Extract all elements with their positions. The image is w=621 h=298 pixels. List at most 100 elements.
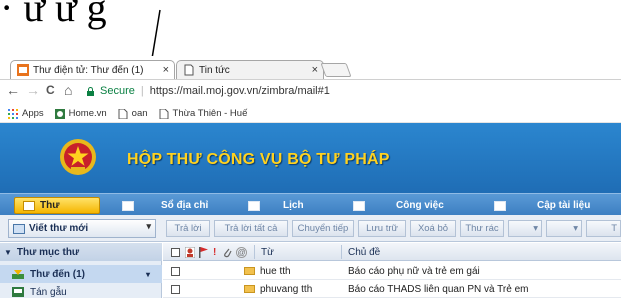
reload-icon[interactable]: C	[46, 83, 55, 97]
forward-button[interactable]: Chuyển tiếp	[292, 220, 354, 237]
apps-grid-icon	[8, 108, 18, 119]
folder-label: Tán gẫu	[30, 286, 67, 298]
tag-menu-button[interactable]: ▾	[546, 220, 582, 237]
inbox-icon	[12, 270, 24, 279]
close-tab-icon[interactable]: ×	[163, 64, 169, 76]
bookmark-label: Home.vn	[68, 108, 107, 119]
priority-column-icon[interactable]	[185, 243, 195, 261]
home-icon	[23, 200, 35, 211]
tab-tasks[interactable]: Công việc	[353, 197, 444, 214]
bookmark-homevn[interactable]: Home.vn	[54, 108, 107, 119]
tab-address-book[interactable]: Sổ địa chỉ	[122, 197, 208, 214]
tab-label: Lịch	[283, 200, 304, 211]
bookmark-label: Thừa Thiên - Huế	[172, 108, 248, 119]
message-list: ! @ Từ Chủ đề hue tth Báo cáo phụ nữ và …	[163, 243, 621, 298]
secure-label: Secure	[100, 85, 135, 97]
folder-chats[interactable]: Tán gẫu	[0, 283, 162, 298]
calendar-icon	[248, 200, 260, 211]
bookmark-label: Apps	[22, 108, 44, 119]
bookmark-oan[interactable]: oan	[118, 108, 148, 119]
row-checkbox[interactable]	[171, 262, 180, 280]
reply-button[interactable]: Trả lời	[166, 220, 210, 237]
tab-label: Thư	[40, 200, 60, 211]
address-bar: ← → C ⌂ Secure | https://mail.moj.gov.vn…	[0, 79, 621, 101]
mail-banner: HỘP THƯ CÔNG VỤ BỘ TƯ PHÁP	[0, 123, 621, 193]
print-menu-button[interactable]: ▾	[508, 220, 542, 237]
mail-favicon-icon	[17, 64, 29, 76]
message-list-header: ! @ Từ Chủ đề	[163, 243, 621, 261]
new-tab-button[interactable]	[320, 63, 352, 77]
mail-toolbar: Viết thư mới ▾ Trả lời Trả lời tất cả Ch…	[0, 215, 621, 242]
compose-button[interactable]: Viết thư mới ▾	[8, 219, 156, 238]
homevn-icon	[54, 108, 65, 119]
tab-title: Thư điện tử: Thư đến (1)	[33, 64, 144, 76]
chevron-down-icon[interactable]: ▾	[146, 270, 150, 279]
address-book-icon	[122, 200, 134, 211]
tab-news[interactable]: Tin tức ×	[176, 60, 324, 79]
message-row[interactable]: phuvang tth Báo cáo THADS liên quan PN v…	[163, 280, 621, 298]
back-icon[interactable]: ←	[6, 82, 20, 98]
page-icon	[118, 108, 128, 119]
folder-icon	[494, 200, 506, 211]
column-header-from[interactable]: Từ	[261, 243, 274, 261]
tab-title: Tin tức	[199, 64, 230, 76]
tasks-icon	[353, 200, 365, 211]
banner-title: HỘP THƯ CÔNG VỤ BỘ TƯ PHÁP	[127, 151, 390, 168]
column-header-subject[interactable]: Chủ đề	[348, 243, 380, 261]
folder-inbox[interactable]: Thư đến (1) ▾	[0, 265, 162, 283]
url-divider: |	[140, 85, 144, 97]
read-status-column-icon[interactable]: @	[236, 243, 247, 261]
message-row[interactable]: hue tth Báo cáo phụ nữ và trẻ em gái	[163, 262, 621, 280]
chevron-down-icon: ▾	[573, 223, 578, 234]
chevron-down-icon[interactable]: ▾	[146, 221, 151, 232]
tab-label: Công việc	[396, 200, 444, 211]
envelope-icon	[244, 285, 255, 293]
tab-briefcase[interactable]: Cập tài liệu	[494, 197, 590, 214]
tab-mail-app[interactable]: Thư	[14, 197, 100, 214]
importance-column-icon[interactable]: !	[213, 243, 216, 261]
sender-name: hue tth	[260, 265, 291, 277]
tab-mail[interactable]: Thư điện tử: Thư đến (1) ×	[10, 60, 175, 79]
folder-pane: ▼ Thư mục thư Thư đến (1) ▾ Tán gẫu	[0, 243, 162, 298]
folder-label: Thư đến (1)	[30, 268, 86, 280]
browser-tab-strip: Thư điện tử: Thư đến (1) × Tin tức ×	[0, 56, 621, 79]
chat-icon	[12, 287, 24, 297]
subject-cell: Báo cáo phụ nữ và trẻ em gái	[348, 265, 480, 277]
forward-icon[interactable]: →	[26, 82, 40, 98]
sender-cell: phuvang tth	[244, 280, 312, 298]
bookmarks-bar: Apps Home.vn oan Thừa Thiên - Huế	[0, 105, 621, 123]
tab-label: Sổ địa chỉ	[161, 200, 209, 211]
bookmark-label: oan	[131, 108, 148, 119]
sender-cell: hue tth	[244, 262, 291, 280]
subject-cell: Báo cáo THADS liên quan PN và Trẻ em	[348, 283, 529, 295]
delete-button[interactable]: Xoá bỏ	[410, 220, 456, 237]
bookmark-apps[interactable]: Apps	[8, 108, 44, 119]
attachment-column-icon[interactable]	[223, 243, 232, 261]
flag-column-icon[interactable]	[199, 243, 208, 261]
compose-icon	[13, 223, 25, 234]
view-menu-button[interactable]: T	[586, 220, 621, 237]
tab-label: Cập tài liệu	[537, 200, 591, 211]
compose-label: Viết thư mới	[29, 223, 89, 234]
envelope-icon	[244, 267, 255, 275]
url-field[interactable]: Secure | https://mail.moj.gov.vn/zimbra/…	[86, 82, 621, 100]
collapse-icon: ▼	[4, 247, 12, 257]
page-icon	[159, 108, 169, 119]
chevron-down-icon: ▾	[533, 223, 538, 234]
page-icon	[184, 64, 194, 76]
close-tab-icon[interactable]: ×	[312, 64, 318, 76]
folder-pane-header[interactable]: ▼ Thư mục thư	[0, 243, 162, 261]
app-tab-bar: Thư Sổ địa chỉ Lịch Công việc Cập tài li…	[0, 193, 621, 215]
archive-button[interactable]: Lưu trữ	[358, 220, 406, 237]
home-icon[interactable]: ⌂	[64, 82, 72, 98]
tab-calendar[interactable]: Lịch	[248, 197, 304, 214]
row-checkbox[interactable]	[171, 280, 180, 298]
reply-all-button[interactable]: Trả lời tất cả	[214, 220, 288, 237]
sender-name: phuvang tth	[260, 283, 313, 295]
ministry-emblem-icon	[60, 139, 96, 175]
lock-icon	[86, 86, 95, 96]
folder-pane-title: Thư mục thư	[16, 246, 80, 258]
spam-button[interactable]: Thư rác	[460, 220, 504, 237]
bookmark-thua-thien-hue[interactable]: Thừa Thiên - Huế	[159, 108, 248, 119]
select-all-checkbox[interactable]	[171, 243, 180, 261]
